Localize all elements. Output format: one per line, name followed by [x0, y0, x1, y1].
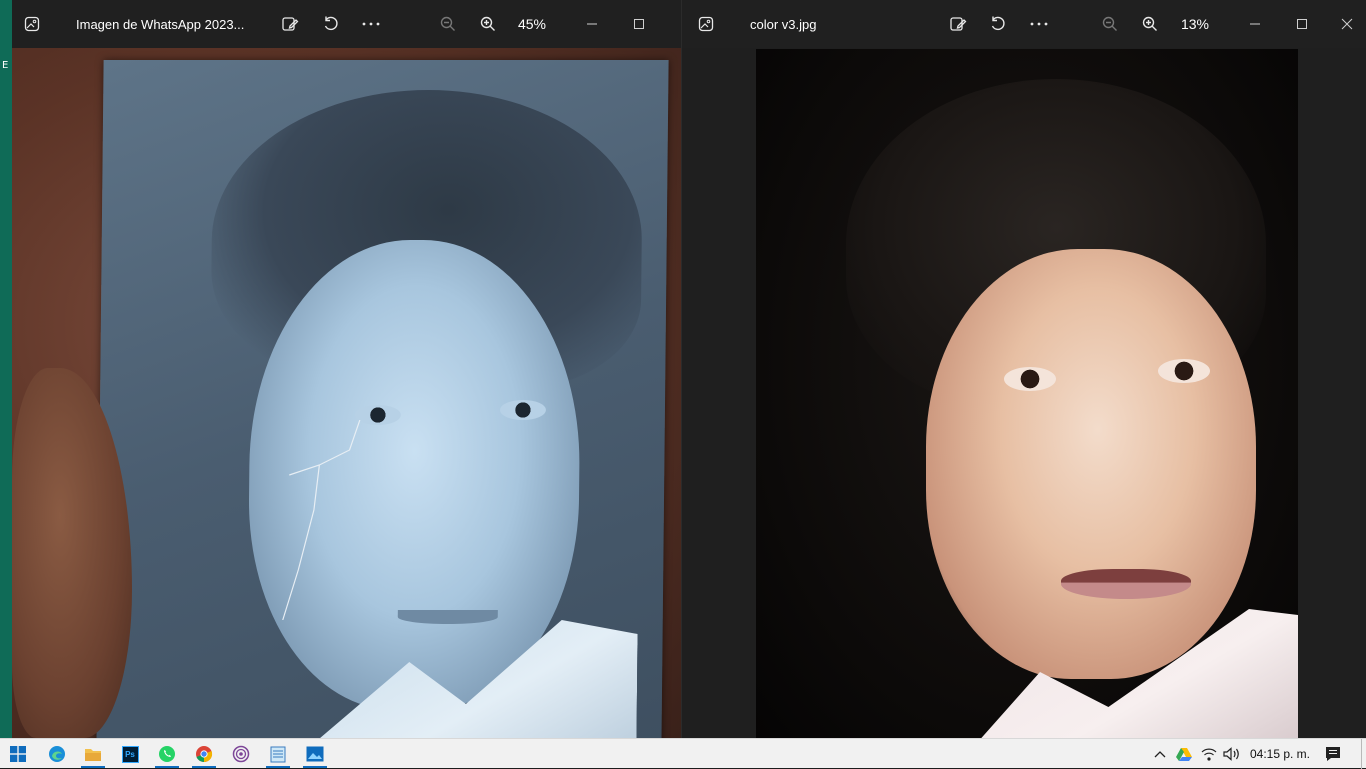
chrome-icon[interactable]: [186, 739, 222, 769]
show-hidden-icons-chevron-icon[interactable]: [1150, 739, 1170, 769]
old-photograph: [96, 60, 669, 738]
photo-left-eye: [1004, 367, 1056, 391]
photo-right-eye: [1158, 359, 1210, 383]
document-title: color v3.jpg: [750, 16, 817, 32]
image-canvas-left[interactable]: [12, 48, 681, 738]
titlebar-right: color v3.jpg 13%: [682, 0, 1366, 48]
zoom-level[interactable]: 45%: [510, 8, 554, 40]
notifications-icon[interactable]: [1320, 739, 1346, 769]
photo-face: [926, 249, 1256, 679]
maximize-button[interactable]: [617, 8, 661, 40]
photo-crack: [282, 420, 361, 620]
edge-icon[interactable]: [39, 739, 75, 769]
notepad-icon[interactable]: [260, 739, 296, 769]
edit-image-button[interactable]: [940, 8, 976, 40]
photoshop-icon[interactable]: Ps: [112, 739, 148, 769]
start-icon[interactable]: [0, 739, 36, 769]
minimize-button[interactable]: [570, 8, 614, 40]
volume-icon[interactable]: [1221, 739, 1243, 769]
zoom-level[interactable]: 13%: [1173, 8, 1217, 40]
google-drive-icon[interactable]: [1173, 739, 1195, 769]
photos-window-right: color v3.jpg 13%: [681, 0, 1366, 738]
document-title: Imagen de WhatsApp 2023...: [76, 16, 245, 32]
edit-image-button[interactable]: [272, 8, 308, 40]
photos-icon[interactable]: [297, 739, 333, 769]
photoshop-label: Ps: [121, 745, 139, 763]
show-desktop-divider[interactable]: [1361, 739, 1362, 769]
wifi-icon[interactable]: [1198, 739, 1220, 769]
minimize-button[interactable]: [1233, 8, 1277, 40]
rotate-button[interactable]: [980, 8, 1016, 40]
zoom-out-icon[interactable]: [430, 8, 466, 40]
rotate-button[interactable]: [313, 8, 349, 40]
photo-lips: [1061, 569, 1191, 599]
maximize-button[interactable]: [1280, 8, 1324, 40]
zoom-in-icon[interactable]: [1132, 8, 1168, 40]
titlebar-left: Imagen de WhatsApp 2023... 45%: [12, 0, 681, 48]
system-clock[interactable]: 04:15 p. m.: [1246, 739, 1314, 769]
desktop-background-strip: E: [0, 0, 12, 738]
close-button[interactable]: [1325, 8, 1366, 40]
zoom-in-icon[interactable]: [470, 8, 506, 40]
whatsapp-icon[interactable]: [149, 739, 185, 769]
more-options-icon[interactable]: [353, 8, 389, 40]
colorized-photo: [756, 49, 1298, 738]
photos-app-icon[interactable]: [688, 8, 724, 40]
photos-app-icon[interactable]: [14, 8, 50, 40]
image-canvas-right[interactable]: [682, 48, 1366, 738]
desktop-edge-text: E: [2, 60, 9, 71]
photo-mouth: [397, 610, 498, 624]
photos-window-left: Imagen de WhatsApp 2023... 45%: [12, 0, 681, 738]
more-options-icon[interactable]: [1021, 8, 1057, 40]
file-explorer-icon[interactable]: [75, 739, 111, 769]
photo-right-eye: [499, 400, 547, 420]
zoom-out-icon[interactable]: [1092, 8, 1128, 40]
taskbar: Ps 04:15 p. m.: [0, 738, 1366, 769]
tor-browser-icon[interactable]: [223, 739, 259, 769]
